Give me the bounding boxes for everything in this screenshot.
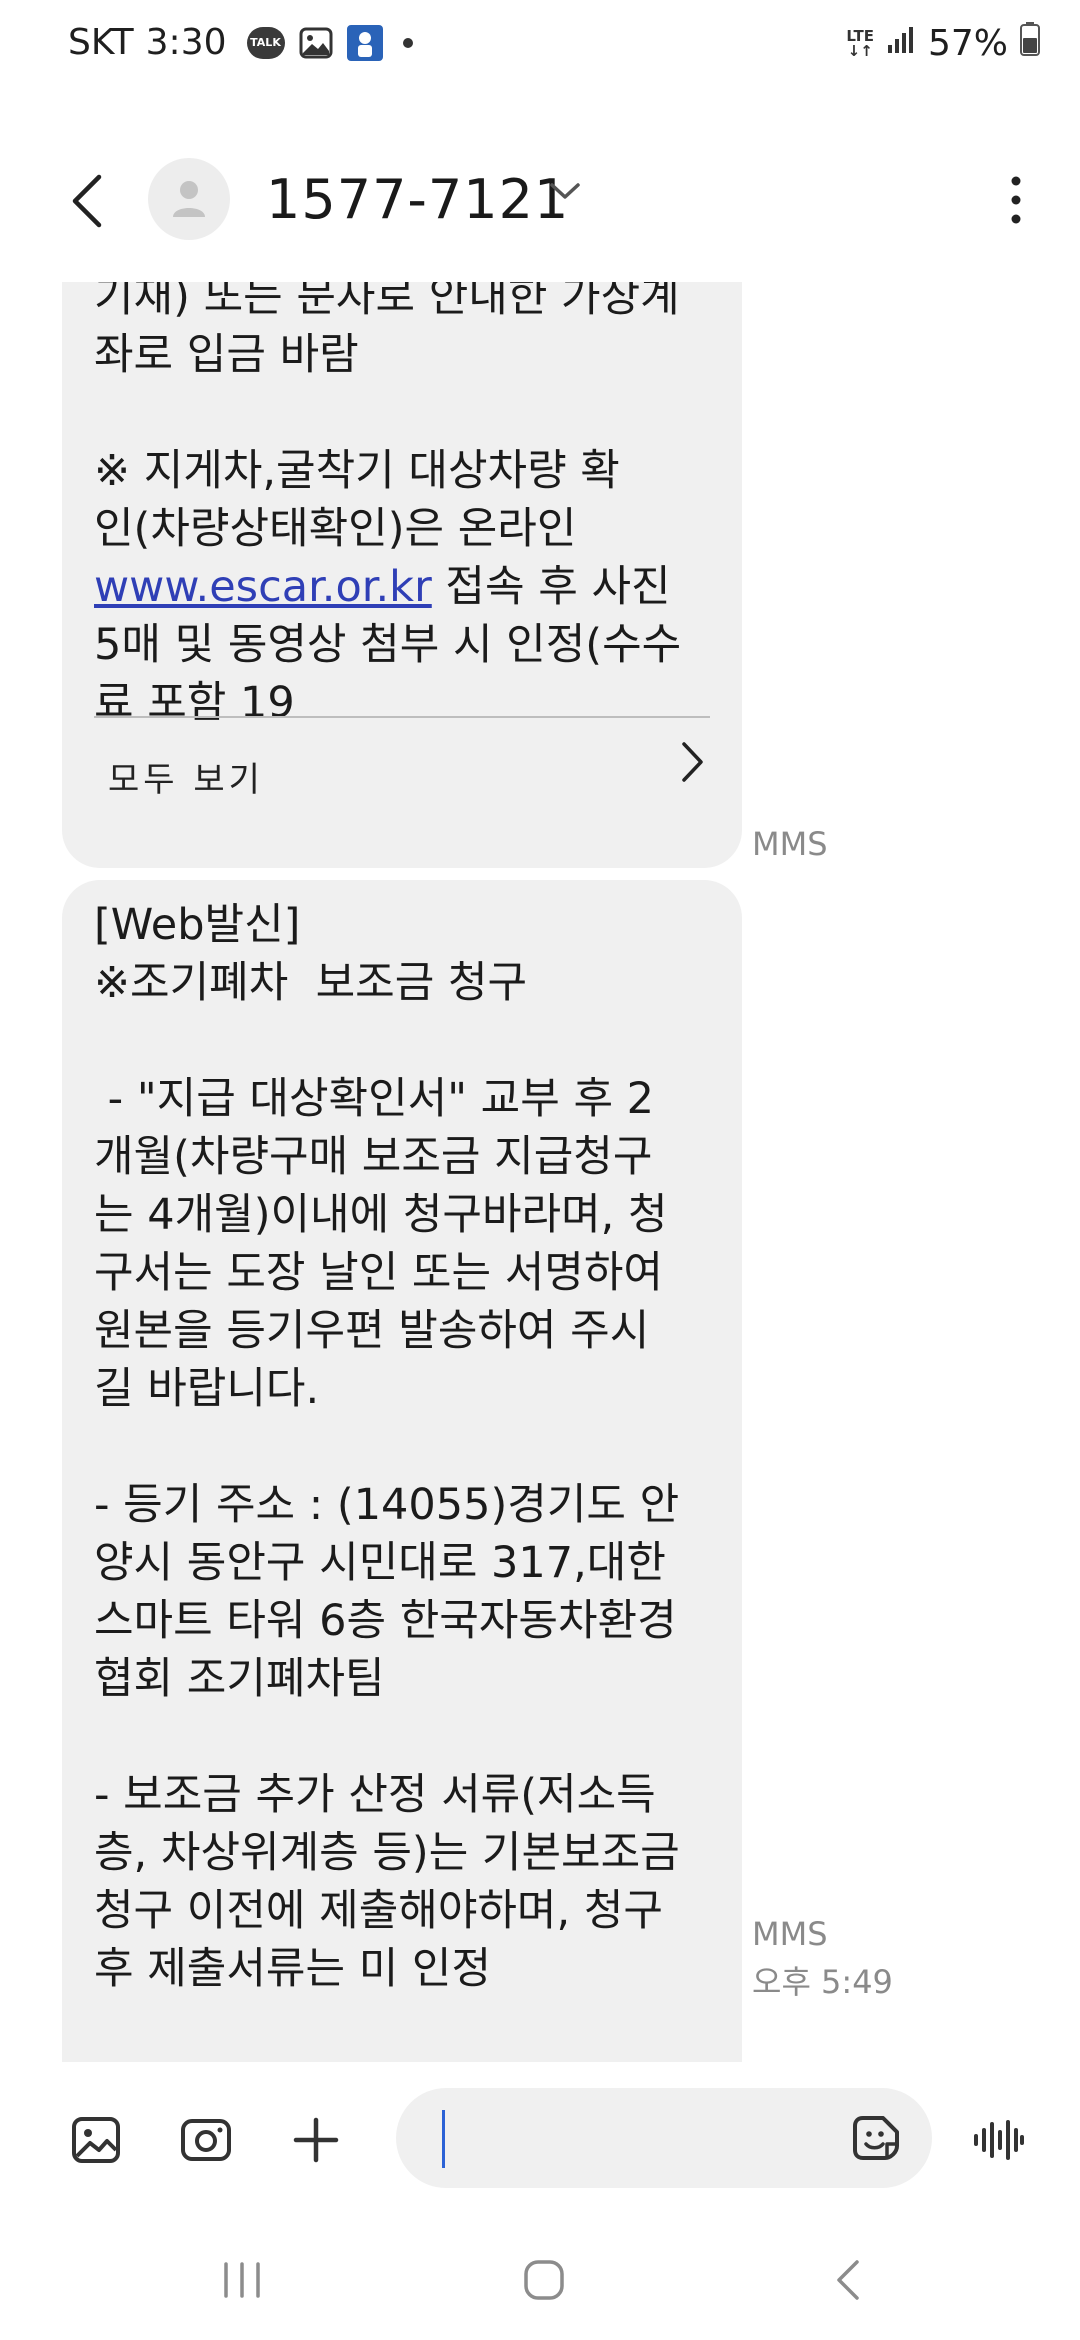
contact-name[interactable]: 1577-7121 xyxy=(266,168,569,231)
text-cursor xyxy=(442,2110,445,2168)
plus-icon xyxy=(293,2117,339,2163)
image-icon xyxy=(72,2117,120,2163)
chevron-right-icon[interactable] xyxy=(680,740,706,788)
carrier-label: SKT xyxy=(68,22,134,63)
clock-time: 3:30 xyxy=(145,22,227,63)
system-back-button[interactable] xyxy=(808,2250,888,2310)
sticker-button[interactable] xyxy=(846,2108,906,2168)
home-button[interactable] xyxy=(504,2250,584,2310)
kakaotalk-icon: TALK xyxy=(246,26,285,59)
camera-icon xyxy=(181,2119,231,2161)
battery-percentage: 57% xyxy=(927,23,1008,64)
system-navigation-bar xyxy=(0,2220,1080,2340)
view-all-button[interactable]: 모두 보기 xyxy=(108,752,264,801)
voice-input-button[interactable] xyxy=(968,2110,1028,2170)
back-arrow-icon xyxy=(72,174,102,228)
data-arrows-icon: ↓↑ xyxy=(847,41,873,60)
message-bubble[interactable]: [Web발신] ※조기폐차 보조금 청구 - "지급 대상확인서" 교부 후 2… xyxy=(62,880,742,2062)
talk-badge-label: TALK xyxy=(250,36,281,49)
message-meta: MMS 오후 5:49 xyxy=(752,1910,893,2006)
message-text: [Web발신] ※조기폐차 보조금 청구 - "지급 대상확인서" 교부 후 2… xyxy=(94,900,680,1994)
more-options-button[interactable] xyxy=(996,168,1036,232)
person-icon xyxy=(173,181,205,217)
sticker-icon xyxy=(853,2116,899,2160)
home-icon xyxy=(524,2260,564,2300)
status-bar: SKT 3:30 TALK LTE ↓↑ 57% xyxy=(0,0,1080,96)
notification-icons: TALK xyxy=(246,24,413,61)
contact-avatar[interactable] xyxy=(148,158,230,240)
composer-bar xyxy=(0,2086,1080,2194)
message-type-label: MMS xyxy=(752,825,828,863)
status-right: LTE ↓↑ 57% xyxy=(846,22,1040,65)
back-button[interactable] xyxy=(56,166,116,236)
message-input[interactable] xyxy=(396,2088,932,2188)
recent-apps-button[interactable] xyxy=(202,2250,282,2310)
signal-strength-icon xyxy=(886,23,916,64)
attach-more-button[interactable] xyxy=(286,2110,346,2170)
system-back-icon xyxy=(837,2260,859,2300)
more-vertical-icon xyxy=(1011,176,1021,224)
message-meta: MMS xyxy=(752,820,828,868)
bubble-divider xyxy=(94,716,710,718)
lte-signal-icon: LTE ↓↑ xyxy=(846,28,874,60)
message-type-label: MMS xyxy=(752,1915,828,1953)
message-list[interactable]: 기재) 또는 문자로 안내한 가상계 좌로 입금 바람 ※ 지게차,굴착기 대상… xyxy=(0,282,1080,2062)
gallery-notification-icon xyxy=(299,27,333,59)
chevron-down-icon[interactable] xyxy=(548,180,582,206)
status-left: SKT 3:30 TALK xyxy=(68,22,413,63)
messages-screen: SKT 3:30 TALK LTE ↓↑ 57% 1577-7121 기재) 또… xyxy=(0,0,1080,2340)
recent-apps-icon xyxy=(224,2262,260,2298)
voice-wave-icon xyxy=(974,2120,1024,2160)
message-text: 기재) 또는 문자로 안내한 가상계 좌로 입금 바람 ※ 지게차,굴착기 대상… xyxy=(94,282,734,732)
message-bubble[interactable]: 기재) 또는 문자로 안내한 가상계 좌로 입금 바람 ※ 지게차,굴착기 대상… xyxy=(62,282,742,868)
message-link[interactable]: www.escar.or.kr xyxy=(94,562,432,612)
message-timestamp: 오후 5:49 xyxy=(752,1963,893,2001)
conversation-header: 1577-7121 xyxy=(0,140,1080,260)
app-notification-icon xyxy=(346,24,383,61)
battery-icon xyxy=(1020,22,1040,65)
camera-button[interactable] xyxy=(176,2110,236,2170)
gallery-button[interactable] xyxy=(66,2110,126,2170)
more-notifications-dot-icon xyxy=(402,37,413,48)
message-text-part: 기재) 또는 문자로 안내한 가상계 좌로 입금 바람 ※ 지게차,굴착기 대상… xyxy=(94,282,680,554)
